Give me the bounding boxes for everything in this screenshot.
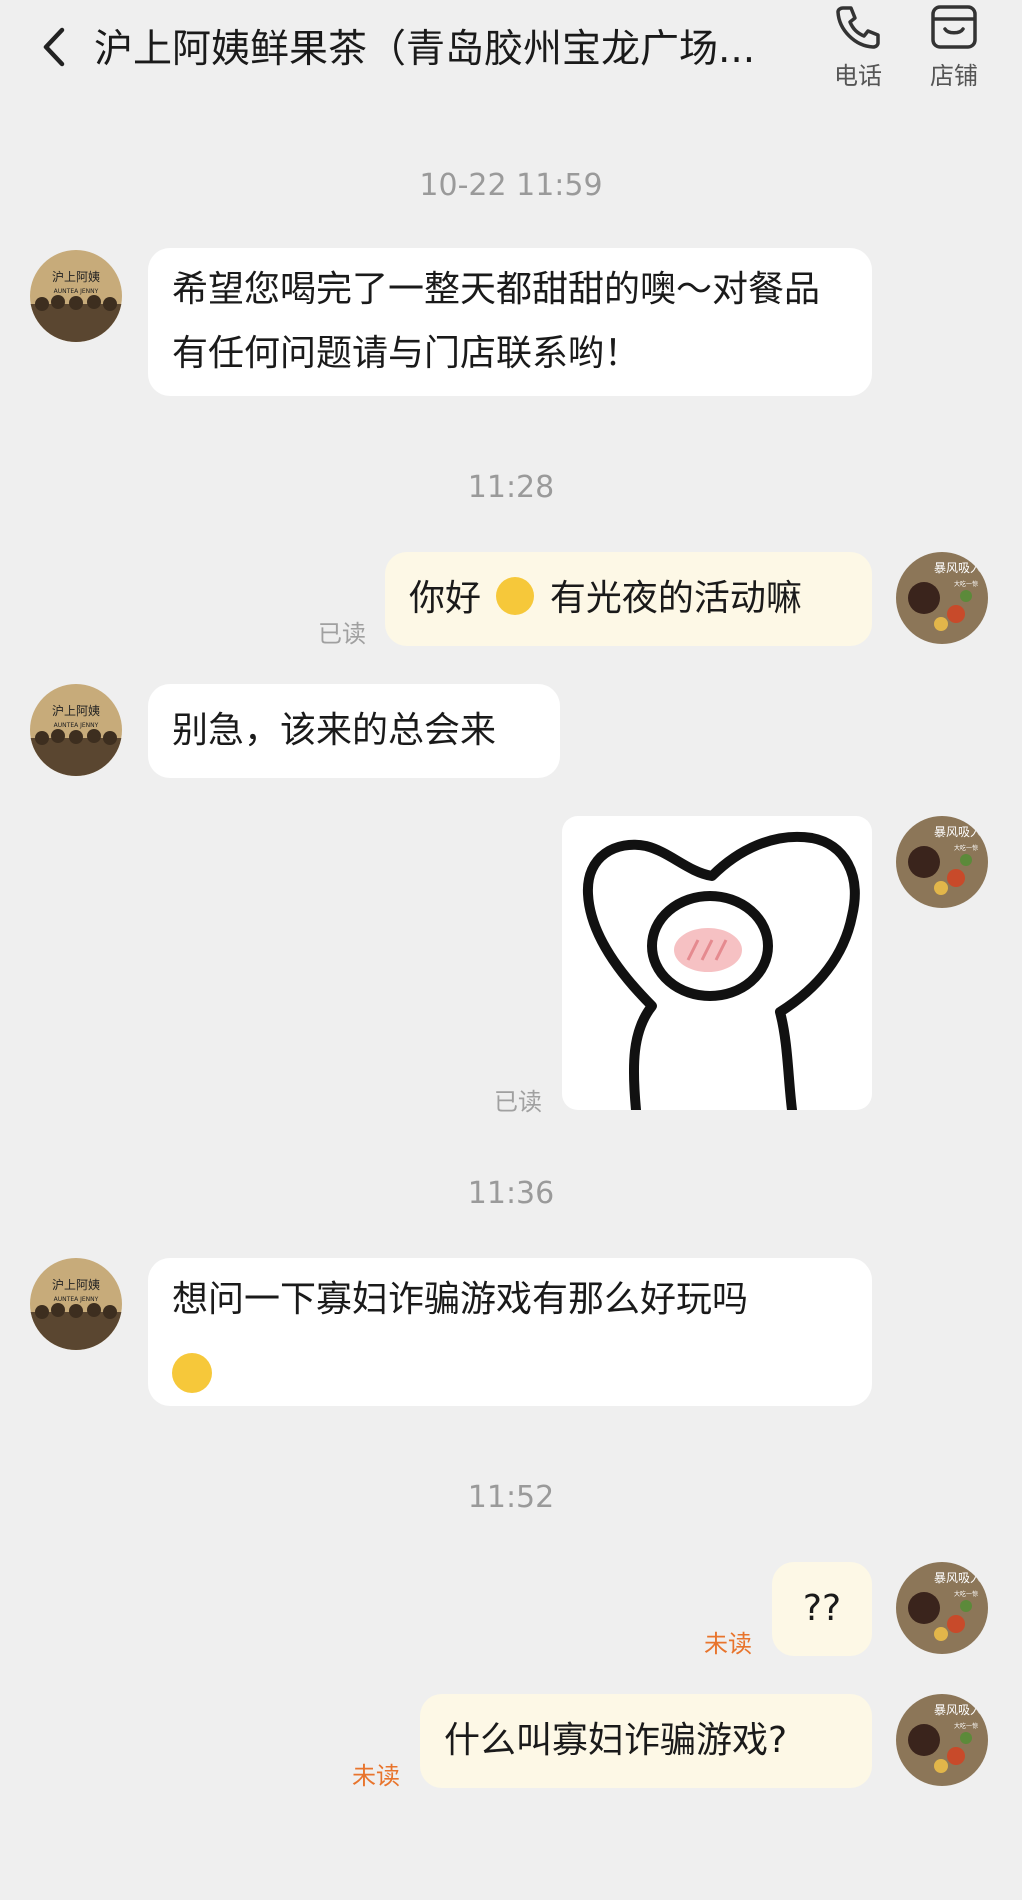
timestamp: 11:36 (467, 1176, 555, 1211)
user-avatar-subtext: 大吃一惊 (954, 580, 978, 588)
message-bubble[interactable]: 想问一下寡妇诈骗游戏有那么好玩吗 (148, 1258, 872, 1406)
unread-status: 未读 (352, 1762, 400, 1790)
store-avatar[interactable]: 沪上阿姨 AUNTEA JENNY (30, 250, 122, 342)
user-avatar-subtext: 大吃一惊 (954, 1590, 978, 1598)
store-label: 店铺 (930, 62, 978, 90)
message-text: ?? (802, 1588, 842, 1629)
read-status: 已读 (494, 1088, 542, 1116)
message-bubble[interactable]: 希望您喝完了一整天都甜甜的噢～对餐品有任何问题请与门店联系哟！ (148, 248, 872, 396)
store-avatar[interactable]: 沪上阿姨 AUNTEA JENNY (30, 1258, 122, 1350)
user-avatar-text: 暴风吸入 (934, 1571, 982, 1585)
phone-label: 电话 (834, 62, 882, 90)
user-avatar-subtext: 大吃一惊 (954, 844, 978, 852)
user-avatar-text: 暴风吸入 (934, 1703, 982, 1717)
user-avatar-subtext: 大吃一惊 (954, 1722, 978, 1730)
phone-button[interactable]: 电话 (818, 0, 898, 100)
store-avatar-subtext: AUNTEA JENNY (54, 288, 99, 295)
message-bubble[interactable]: 什么叫寡妇诈骗游戏? (420, 1694, 872, 1788)
phone-icon (836, 6, 880, 49)
store-icon (931, 5, 977, 49)
covering-mouth-emoji-icon (172, 1353, 212, 1393)
unread-status: 未读 (704, 1630, 752, 1658)
read-status: 已读 (318, 620, 366, 648)
store-button[interactable]: 店铺 (914, 0, 994, 100)
message-bubble[interactable]: ?? (772, 1562, 872, 1656)
timestamp: 10-22 11:59 (419, 168, 603, 203)
pleading-face-emoji-icon (496, 577, 535, 615)
store-avatar-subtext: AUNTEA JENNY (54, 1296, 99, 1303)
store-avatar[interactable]: 沪上阿姨 AUNTEA JENNY (30, 684, 122, 776)
message-text: 什么叫寡妇诈骗游戏? (444, 1720, 788, 1761)
timestamp: 11:52 (467, 1480, 555, 1515)
message-text: 有光夜的活动嘛 (549, 578, 802, 619)
message-text: 想问一下寡妇诈骗游戏有那么好玩吗 (172, 1279, 749, 1320)
user-avatar[interactable]: 暴风吸入 大吃一惊 (896, 552, 988, 644)
chevron-left-icon (43, 27, 65, 67)
back-button[interactable] (34, 22, 74, 72)
store-avatar-subtext: AUNTEA JENNY (54, 722, 99, 729)
message-text: 你好 (409, 578, 482, 619)
user-avatar[interactable]: 暴风吸入 大吃一惊 (896, 1694, 988, 1786)
sticker-image-message[interactable] (562, 816, 872, 1110)
user-avatar-text: 暴风吸入 (934, 825, 982, 839)
message-text: 别急，该来的总会来 (172, 710, 497, 751)
user-avatar-text: 暴风吸入 (934, 561, 982, 575)
user-avatar[interactable]: 暴风吸入 大吃一惊 (896, 1562, 988, 1654)
timestamp: 11:28 (467, 470, 555, 505)
user-avatar[interactable]: 暴风吸入 大吃一惊 (896, 816, 988, 908)
page-title: 沪上阿姨鲜果茶（青岛胶州宝龙广场... (94, 27, 756, 72)
message-bubble[interactable]: 你好 有光夜的活动嘛 (385, 552, 872, 646)
message-bubble[interactable]: 别急，该来的总会来 (148, 684, 560, 778)
store-avatar-text: 沪上阿姨 (52, 1278, 100, 1292)
store-avatar-text: 沪上阿姨 (52, 704, 100, 718)
store-avatar-text: 沪上阿姨 (52, 270, 100, 284)
message-text: 希望您喝完了一整天都甜甜的噢～对餐品有任何问题请与门店联系哟！ (172, 269, 821, 374)
blushing-character-sticker-icon (582, 831, 860, 1110)
chat-header: 沪上阿姨鲜果茶（青岛胶州宝龙广场... 电话 店铺 (0, 0, 1022, 100)
